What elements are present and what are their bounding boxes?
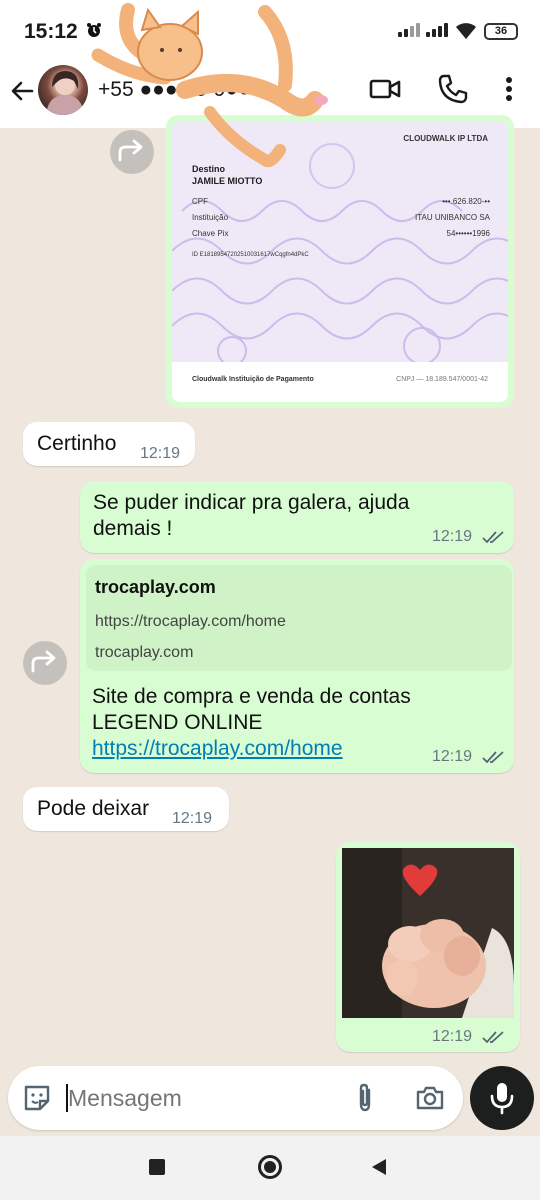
video-call-icon[interactable] [368,72,402,106]
battery-icon: 36 [484,23,518,40]
home-icon[interactable] [258,1155,282,1179]
photo-content [342,848,514,1018]
receipt-destino-label: Destino [192,164,226,174]
receipt-label-cpf: CPF [192,197,208,206]
photo-baby-hand[interactable] [342,848,514,1018]
double-check-icon [482,751,504,764]
double-check-icon [482,1031,504,1044]
message-time: 12:19 [432,1028,473,1045]
message-composer [8,1066,463,1130]
message-link[interactable]: https://trocaplay.com/home [92,736,343,762]
message-text-line2: LEGEND ONLINE [92,711,263,734]
mic-icon [490,1083,514,1115]
payment-receipt: CLOUDWALK IP LTDA Destino JAMILE MIOTTO … [172,121,508,402]
wifi-icon [456,23,476,39]
contact-name[interactable]: +55 ●●● 15-9●●● [98,78,263,102]
phone-icon[interactable] [436,72,470,106]
forward-icon [31,650,56,673]
receipt-footer: Cloudwalk Instituição de Pagamento CNPJ … [172,362,508,402]
receipt-value-cpf: •••.626.820-•• [442,197,490,206]
attach-icon[interactable] [350,1082,380,1114]
more-options-icon[interactable] [492,72,526,106]
receipt-value-chave: 54••••••1996 [446,229,491,238]
receipt-label-chave: Chave Pix [192,229,229,238]
message-time: 12:19 [140,445,181,462]
status-bar: 15:12 36 [0,0,540,62]
message-text-line1: Site de compra e venda de contas [92,685,411,708]
link-preview-title: trocaplay.com [95,577,216,597]
receipt-footer-left: Cloudwalk Instituição de Pagamento [192,376,314,383]
message-time: 12:19 [172,810,213,827]
signal-icon [398,23,420,37]
receipt-id: ID E18189547202510031617wCqgfn4dPkC [192,252,309,258]
status-time: 15:12 [24,20,78,43]
receipt-footer-right: CNPJ — 18.189.547/0001-42 [396,376,488,383]
avatar[interactable] [38,65,88,115]
incoming-message[interactable]: Pode deixar 12:19 [23,787,229,831]
receipt-image-bubble[interactable]: CLOUDWALK IP LTDA Destino JAMILE MIOTTO … [166,115,514,408]
recents-icon[interactable] [149,1159,165,1175]
receipt-label-instituicao: Instituição [192,213,229,222]
outgoing-message[interactable]: Se puder indicar pra galera, ajuda demai… [80,481,514,553]
message-input[interactable] [68,1080,338,1116]
mic-button[interactable] [470,1066,534,1130]
forward-icon [118,139,143,162]
photo-meta: 12:19 [422,1020,514,1052]
message-text: Pode deixar [37,797,150,820]
double-check-icon [482,531,504,544]
forward-button[interactable] [110,130,154,174]
message-time: 12:19 [432,748,473,765]
message-text: Certinho [37,432,117,455]
link-preview[interactable]: trocaplay.com https://trocaplay.com/home… [86,565,512,671]
signal-icon-2 [426,23,448,37]
system-nav-bar [0,1136,540,1200]
message-text-line1: Se puder indicar pra galera, ajuda [93,491,410,514]
link-preview-url: https://trocaplay.com/home [95,613,286,630]
message-time: 12:19 [432,528,473,545]
battery-level: 36 [494,25,508,37]
emoji-sticker-icon[interactable] [22,1083,52,1113]
receipt-issuer: CLOUDWALK IP LTDA [403,134,488,143]
back-arrow-icon[interactable] [8,76,38,106]
camera-icon[interactable] [414,1082,446,1114]
incoming-message[interactable]: Certinho 12:19 [23,422,195,466]
receipt-destino-name: JAMILE MIOTTO [192,176,263,186]
link-preview-domain: trocaplay.com [95,644,194,661]
forward-button-2[interactable] [23,641,67,685]
back-icon[interactable] [370,1158,388,1176]
message-text-line2: demais ! [93,517,173,540]
receipt-value-instituicao: ITAU UNIBANCO SA [415,213,490,222]
alarm-icon [87,23,101,37]
